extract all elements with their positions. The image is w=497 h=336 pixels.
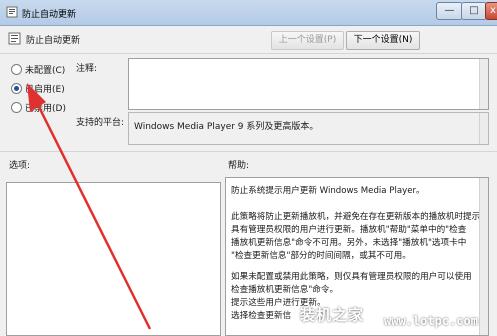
watermark-url: www.lotpc.com [384,314,478,328]
annotation-arrow [27,83,152,330]
watermark-text: 装机之家 [300,306,365,324]
